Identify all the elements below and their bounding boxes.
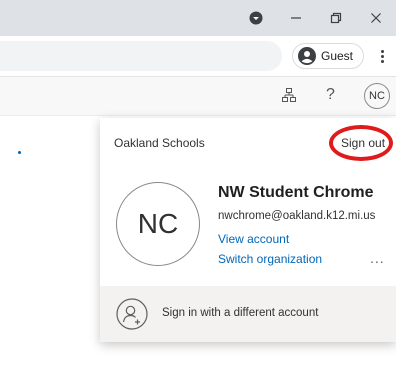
address-bar[interactable] (0, 41, 282, 71)
minimize-button[interactable] (276, 0, 316, 36)
user-avatar: NC (116, 182, 200, 266)
restore-icon (330, 12, 342, 24)
browser-title-bar (0, 0, 396, 36)
guest-profile-button[interactable]: Guest (292, 43, 364, 69)
help-icon[interactable]: ? (326, 86, 335, 104)
account-circle-icon (298, 47, 316, 65)
view-account-link[interactable]: View account (218, 232, 289, 246)
organization-name: Oakland Schools (114, 136, 205, 150)
profile-dropdown-button[interactable] (236, 0, 276, 36)
minimize-icon (291, 17, 301, 19)
browser-menu-button[interactable] (372, 44, 392, 68)
switch-organization-link[interactable]: Switch organization (218, 252, 322, 266)
annotation-highlight-circle (329, 125, 393, 161)
page-marker-dot (18, 151, 21, 154)
browser-toolbar: Guest (0, 36, 396, 77)
restore-button[interactable] (316, 0, 356, 36)
close-window-button[interactable] (356, 0, 396, 36)
more-vert-icon (380, 49, 384, 53)
chevron-down-circle-icon (249, 11, 263, 25)
add-account-icon (116, 298, 148, 330)
sign-in-different-account-label: Sign in with a different account (162, 307, 319, 319)
account-avatar-button[interactable]: NC (364, 83, 390, 109)
more-options-button[interactable]: ... (370, 250, 385, 266)
org-chart-icon[interactable] (281, 87, 297, 103)
account-manager-panel: Oakland Schools Sign out NC NW Student C… (100, 118, 396, 342)
avatar-initials-large: NC (137, 208, 179, 239)
close-icon (371, 13, 381, 23)
sign-in-different-account-row[interactable]: Sign in with a different account (100, 286, 396, 342)
app-header-bar: ? NC (0, 77, 396, 116)
user-display-name: NW Student Chrome (218, 184, 374, 201)
user-email: nwchrome@oakland.k12.mi.us (218, 210, 376, 222)
avatar-initials: NC (369, 90, 385, 102)
guest-label: Guest (321, 49, 354, 63)
